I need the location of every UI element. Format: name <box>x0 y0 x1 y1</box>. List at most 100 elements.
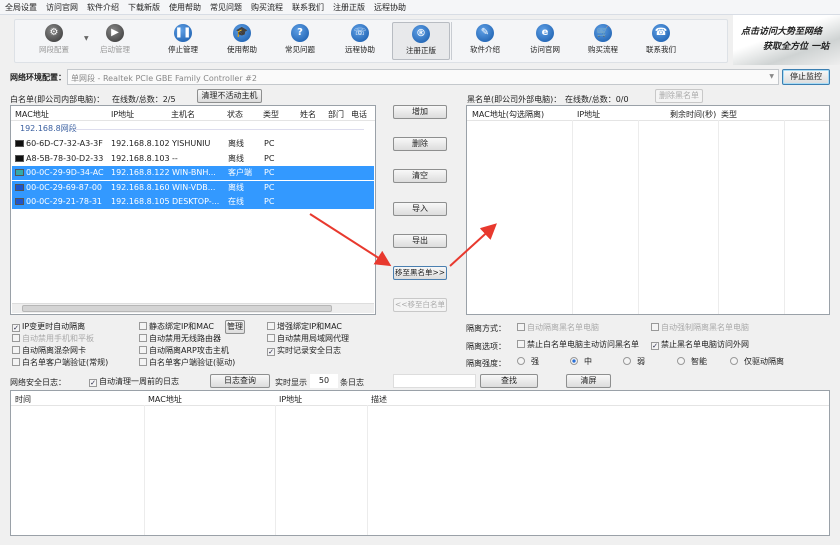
cell-type: PC <box>264 168 275 178</box>
menu-item[interactable]: 购买流程 <box>246 0 287 13</box>
toolbar-button-1[interactable]: ▶ 启动管理 <box>86 22 144 60</box>
middle-button-4[interactable]: 导出 <box>393 234 447 248</box>
table-row[interactable]: 00-0C-29-9D-34-AC 192.168.8.122 WIN-BNH...… <box>12 166 374 181</box>
toolbar-label: 启动管理 <box>100 45 130 54</box>
scrollbar-thumb[interactable] <box>22 305 332 312</box>
network-config-select[interactable]: 单网段 - Realtek PCIe GBE Family Controller… <box>67 69 779 85</box>
clean-inactive-button[interactable]: 清理不活动主机 <box>197 89 262 103</box>
isolation-option-checkbox[interactable]: 禁止白名单电脑主动访问黑名单 <box>517 339 639 350</box>
menu-item[interactable]: 注册正版 <box>328 0 369 13</box>
menu-item[interactable]: 下载新版 <box>123 0 164 13</box>
option-checkbox[interactable]: 白名单客户端验证(驱动) <box>139 357 235 368</box>
toolbar-button-10[interactable]: ☎ 联系我们 <box>632 22 690 60</box>
middle-button-0[interactable]: 增加 <box>393 105 447 119</box>
col-header[interactable]: MAC地址 <box>15 109 49 120</box>
cell-mac: A8-5B-78-30-D2-33 <box>26 153 104 163</box>
banner-line-1: 点击访问大势至网络 <box>741 27 823 37</box>
col-header[interactable]: 状态 <box>227 109 243 120</box>
menu-item[interactable]: 访问官网 <box>41 0 82 13</box>
log-search-input[interactable] <box>393 374 476 388</box>
clear-screen-button[interactable]: 清屏 <box>566 374 611 388</box>
option-checkbox[interactable]: 自动隔离ARP攻击主机 <box>139 345 229 356</box>
table-row[interactable]: 00-0C-29-21-78-31 192.168.8.105 DESKTOP-..… <box>12 195 374 210</box>
checkbox-icon <box>267 322 275 330</box>
stop-monitor-button[interactable]: 停止监控 <box>782 69 830 85</box>
toolbar-button-8[interactable]: e 访问官网 <box>516 22 574 60</box>
strength-radio[interactable]: 弱 <box>623 356 645 367</box>
col-header[interactable]: 部门 <box>328 109 344 120</box>
toolbar-label: 软件介绍 <box>470 45 500 54</box>
col-header[interactable]: 电话 <box>351 109 367 120</box>
menu-item[interactable]: 软件介绍 <box>82 0 123 13</box>
option-checkbox[interactable]: 自动禁用局域网代理 <box>267 333 349 344</box>
strength-radio[interactable]: 强 <box>517 356 539 367</box>
option-label: 自动禁用手机和平板 <box>22 334 94 343</box>
toolbar-button-5[interactable]: ☏ 远程协助 <box>331 22 389 60</box>
group-divider <box>74 129 364 130</box>
col-header[interactable]: IP地址 <box>111 109 134 120</box>
horizontal-scrollbar[interactable] <box>12 303 374 313</box>
blacklist-table[interactable]: MAC地址(勾选隔离) IP地址 剩余时间(秒) 类型 <box>466 105 830 315</box>
option-checkbox[interactable]: 增强绑定IP和MAC <box>267 321 342 332</box>
col-header[interactable]: 类型 <box>263 109 279 120</box>
realtime-count-input[interactable]: 50 <box>310 374 338 388</box>
cell-type: PC <box>264 197 275 207</box>
table-row[interactable]: 00-0C-29-69-87-00 192.168.8.160 WIN-VDB...… <box>12 180 374 195</box>
toolbar-button-9[interactable]: 🛒 购买流程 <box>574 22 632 60</box>
toolbar-button-7[interactable]: ✎ 软件介绍 <box>456 22 514 60</box>
log-query-button[interactable]: 日志查询 <box>210 374 270 388</box>
whitelist-table[interactable]: MAC地址 IP地址 主机名 状态 类型 姓名 部门 电话 192.168.8网段 60-6D… <box>10 105 376 315</box>
cell-ip: 192.168.8.105 <box>111 197 170 207</box>
col-header[interactable]: 主机名 <box>171 109 195 120</box>
middle-button-5[interactable]: 移至黑名单>> <box>393 266 447 280</box>
toolbar-button-6[interactable]: ® 注册正版 <box>392 22 450 60</box>
group-row[interactable]: 192.168.8网段 <box>12 122 374 136</box>
strength-radio[interactable]: 中 <box>570 356 592 367</box>
find-button[interactable]: 查找 <box>480 374 538 388</box>
cell-status: 客户端 <box>228 168 252 178</box>
option-checkbox[interactable]: ✓ IP变更时自动隔离 <box>12 321 85 332</box>
toolbar-button-0[interactable]: ⚙ 网段配置 <box>25 22 83 60</box>
log-table[interactable]: 时间 MAC地址 IP地址 描述 <box>10 390 830 536</box>
cell-status: 在线 <box>228 197 244 207</box>
option-checkbox[interactable]: 自动禁用手机和平板 <box>12 333 94 344</box>
toolbar-button-2[interactable]: ❚❚ 停止管理 <box>154 22 212 60</box>
option-checkbox[interactable]: 自动隔离混杂网卡 <box>12 345 86 356</box>
strength-radio[interactable]: 仅驱动隔离 <box>730 356 784 367</box>
option-checkbox[interactable]: 自动禁用无线路由器 <box>139 333 221 344</box>
option-label: 自动禁用局域网代理 <box>277 334 349 343</box>
menu-item[interactable]: 远程协助 <box>369 0 410 13</box>
strength-label: 弱 <box>637 357 645 366</box>
col-header[interactable]: 姓名 <box>300 109 316 120</box>
dropdown-arrow-icon[interactable]: ▼ <box>84 35 89 42</box>
realtime-label: 实时显示 <box>275 378 307 387</box>
computer-icon <box>15 154 24 162</box>
option-checkbox[interactable]: ✓ 实时记录安全日志 <box>267 345 341 356</box>
banner-line-2: 获取全方位 一站 <box>763 42 830 52</box>
middle-button-1[interactable]: 删除 <box>393 137 447 151</box>
option-checkbox[interactable]: 白名单客户端验证(常规) <box>12 357 108 368</box>
toolbar-button-4[interactable]: ? 常见问题 <box>271 22 329 60</box>
table-row[interactable]: 60-6D-C7-32-A3-3F 192.168.8.102 YISHUNIU 离线… <box>12 137 374 151</box>
manage-button[interactable]: 管理 <box>225 320 245 334</box>
table-row[interactable]: A8-5B-78-30-D2-33 192.168.8.103 -- 离线 PC <box>12 152 374 166</box>
cell-host: WIN-VDB... <box>172 182 216 192</box>
isolation-mode-checkbox[interactable]: 自动隔离黑名单电脑 <box>517 322 599 333</box>
menu-item[interactable]: 全局设置 <box>0 0 41 13</box>
isolation-option-checkbox[interactable]: ✓ 禁止黑名单电脑访问外网 <box>651 339 749 350</box>
middle-button-6[interactable]: <<移至白名单 <box>393 298 447 312</box>
menu-item[interactable]: 使用帮助 <box>164 0 205 13</box>
option-checkbox[interactable]: 静态绑定IP和MAC <box>139 321 214 332</box>
checkbox-icon <box>517 323 525 331</box>
strength-radio[interactable]: 智能 <box>677 356 707 367</box>
banner-ad[interactable]: 点击访问大势至网络获取全方位 一站 <box>733 15 840 65</box>
middle-button-3[interactable]: 导入 <box>393 202 447 216</box>
menu-item[interactable]: 联系我们 <box>287 0 328 13</box>
auto-clean-checkbox[interactable]: ✓ 自动清理一周前的日志 <box>89 376 179 387</box>
delete-blacklist-button[interactable]: 删除黑名单 <box>655 89 703 103</box>
toolbar-label: 使用帮助 <box>227 45 257 54</box>
menu-item[interactable]: 常见问题 <box>205 0 246 13</box>
toolbar-button-3[interactable]: 🎓 使用帮助 <box>213 22 271 60</box>
isolation-mode-checkbox[interactable]: 自动强制隔离黑名单电脑 <box>651 322 749 333</box>
middle-button-2[interactable]: 清空 <box>393 169 447 183</box>
